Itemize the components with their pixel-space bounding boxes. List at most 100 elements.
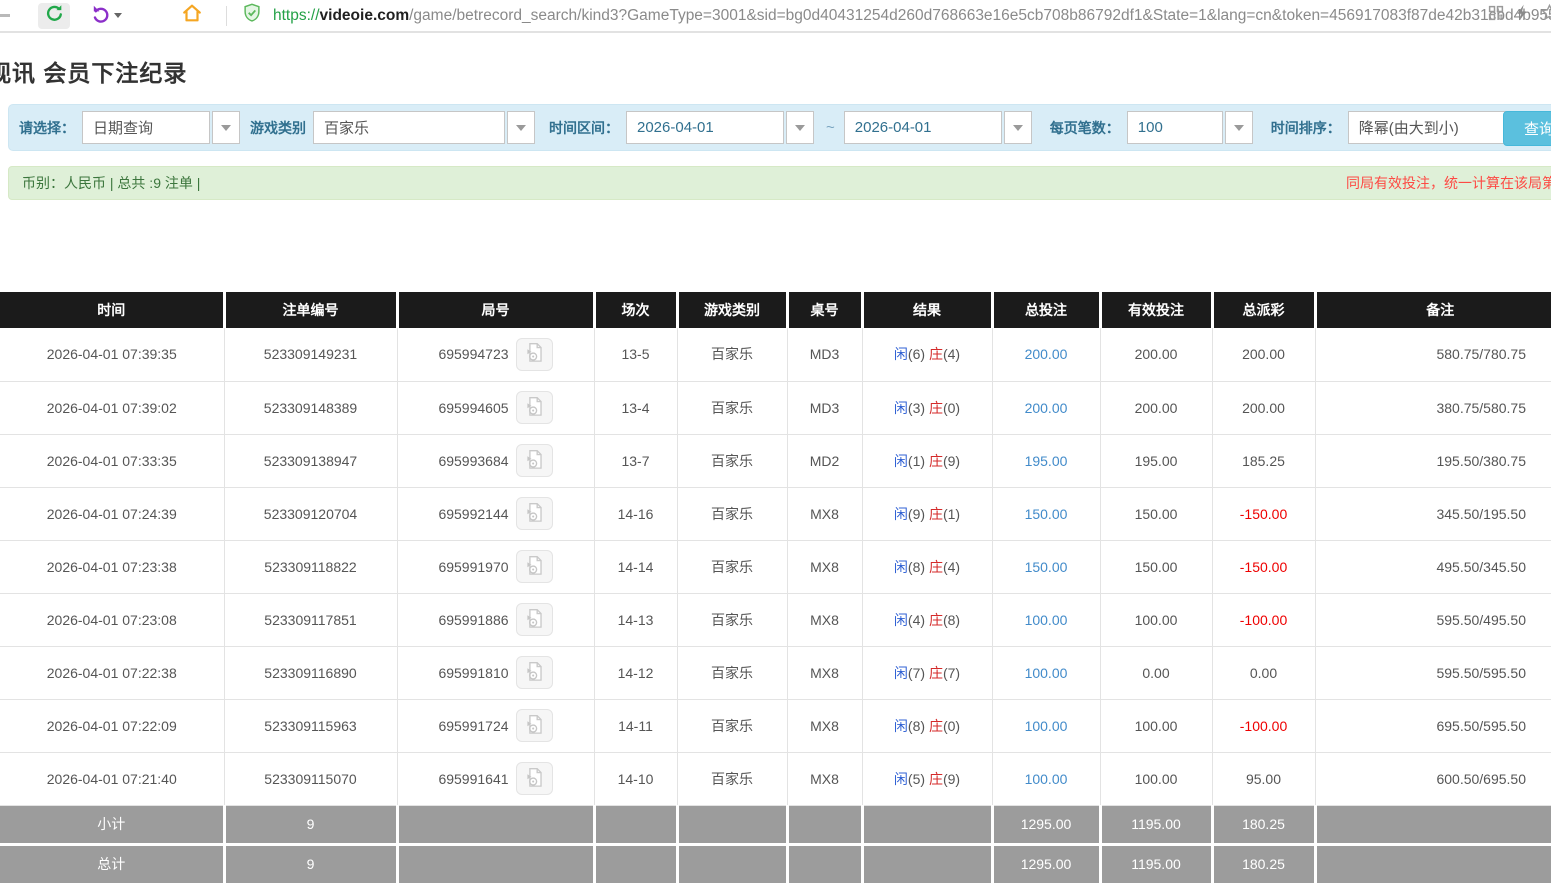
col-header-game: 游戏类别 — [677, 292, 787, 328]
cell-session: 14-12 — [594, 646, 677, 699]
cell-payout: 95.00 — [1212, 752, 1315, 805]
cell-game: 百家乐 — [677, 699, 787, 752]
undo-button[interactable] — [84, 3, 128, 29]
total-bet-link[interactable]: 200.00 — [1025, 346, 1068, 362]
video-replay-button[interactable] — [516, 762, 553, 795]
search-button[interactable]: 查询 — [1503, 111, 1551, 146]
result-banker-score: (7) — [943, 665, 960, 681]
cell-session: 13-7 — [594, 434, 677, 487]
cell-total-bet: 195.00 — [992, 434, 1100, 487]
total-bet-link[interactable]: 150.00 — [1025, 559, 1068, 575]
game-type-select[interactable]: 百家乐 — [313, 111, 535, 144]
result-player-label: 闲 — [894, 453, 908, 469]
bookmark-star-icon[interactable] — [1540, 3, 1551, 27]
cell-note: 595.50/595.50 — [1315, 646, 1551, 699]
undo-icon — [91, 3, 112, 29]
valid-bet-notice: 同局有效投注，统一计算在该局第 — [1346, 173, 1551, 193]
video-replay-button[interactable] — [516, 444, 553, 477]
cell-note: 195.50/380.75 — [1315, 434, 1551, 487]
total-bet-link[interactable]: 100.00 — [1025, 612, 1068, 628]
total-bet-link[interactable]: 100.00 — [1025, 771, 1068, 787]
game-type-label: 游戏类别 — [250, 118, 306, 138]
cell-result: 闲(5) 庄(9) — [862, 752, 992, 805]
video-replay-button[interactable] — [516, 338, 553, 371]
chevron-down-icon[interactable] — [212, 111, 240, 144]
result-banker-label: 庄 — [929, 400, 943, 416]
result-banker-score: (9) — [943, 771, 960, 787]
cell-total-bet: 100.00 — [992, 699, 1100, 752]
result-banker-score: (0) — [943, 400, 960, 416]
cell-table: MX8 — [787, 540, 862, 593]
table-row: 2026-04-01 07:33:35523309138947695993684… — [0, 434, 1551, 487]
col-header-table: 桌号 — [787, 292, 862, 328]
result-banker-label: 庄 — [929, 612, 943, 628]
cell-time: 2026-04-01 07:23:08 — [0, 593, 224, 646]
cell-note: 495.50/345.50 — [1315, 540, 1551, 593]
video-file-icon — [523, 766, 546, 792]
cell-game: 百家乐 — [677, 328, 787, 381]
cell-round: 695991641 — [397, 752, 594, 805]
result-player-label: 闲 — [894, 506, 908, 522]
table-row: 2026-04-01 07:23:08523309117851695991886… — [0, 593, 1551, 646]
query-type-select[interactable]: 日期查询 — [82, 111, 240, 144]
cell-time: 2026-04-01 07:21:40 — [0, 752, 224, 805]
video-replay-button[interactable] — [516, 709, 553, 742]
cell-game: 百家乐 — [677, 434, 787, 487]
cell-bet-id: 523309115963 — [224, 699, 397, 752]
round-number: 695991810 — [438, 665, 508, 681]
cell-payout: -100.00 — [1212, 593, 1315, 646]
video-replay-button[interactable] — [516, 550, 553, 583]
cell-total-bet: 150.00 — [992, 540, 1100, 593]
chevron-down-icon[interactable] — [786, 111, 814, 144]
cell-valid-bet: 150.00 — [1100, 540, 1212, 593]
date-to-select[interactable]: 2026-04-01 — [844, 111, 1032, 144]
total-bet-link[interactable]: 195.00 — [1025, 453, 1068, 469]
date-from-select[interactable]: 2026-04-01 — [626, 111, 814, 144]
cell-total-bet: 100.00 — [992, 646, 1100, 699]
total-bet-link[interactable]: 100.00 — [1025, 665, 1068, 681]
video-replay-button[interactable] — [516, 391, 553, 424]
cell-bet-id: 523309120704 — [224, 487, 397, 540]
total-payout: 180.25 — [1212, 844, 1315, 883]
cell-table: MD2 — [787, 434, 862, 487]
cell-note: 580.75/780.75 — [1315, 328, 1551, 381]
video-file-icon — [523, 607, 546, 633]
qr-code-icon[interactable] — [1487, 4, 1505, 27]
cell-total-bet: 200.00 — [992, 381, 1100, 434]
cell-bet-id: 523309149231 — [224, 328, 397, 381]
currency-summary-text: 币别：人民币 | 总共 :9 注单 | — [22, 173, 200, 193]
chevron-down-icon[interactable] — [507, 111, 535, 144]
total-bet-link[interactable]: 100.00 — [1025, 718, 1068, 734]
cell-session: 13-5 — [594, 328, 677, 381]
chevron-down-icon[interactable] — [1225, 111, 1253, 144]
cell-note: 380.75/580.75 — [1315, 381, 1551, 434]
chevron-down-icon[interactable] — [1004, 111, 1032, 144]
table-header-row: 时间 注单编号 局号 场次 游戏类别 桌号 结果 总投注 有效投注 总派彩 备注 — [0, 292, 1551, 328]
video-replay-button[interactable] — [516, 656, 553, 689]
url-text: https://videoie.com/game/betrecord_searc… — [273, 7, 1551, 25]
per-page-label: 每页笔数： — [1050, 118, 1120, 138]
url-path: /game/betrecord_search/kind3?GameType=30… — [409, 7, 1551, 24]
result-banker-label: 庄 — [929, 718, 943, 734]
undo-dropdown-caret — [114, 13, 122, 18]
per-page-select[interactable]: 100 — [1127, 111, 1253, 144]
refresh-button[interactable] — [38, 3, 70, 29]
total-bet-link[interactable]: 200.00 — [1025, 400, 1068, 416]
video-replay-button[interactable] — [516, 603, 553, 636]
video-replay-button[interactable] — [516, 497, 553, 530]
total-bet-link[interactable]: 150.00 — [1025, 506, 1068, 522]
round-number: 695992144 — [438, 506, 508, 522]
video-file-icon — [523, 341, 546, 367]
col-header-bet-id: 注单编号 — [224, 292, 397, 328]
select-type-label: 请选择： — [19, 118, 75, 138]
result-banker-score: (1) — [943, 506, 960, 522]
home-button[interactable] — [176, 3, 208, 29]
cell-table: MX8 — [787, 699, 862, 752]
refresh-icon — [44, 3, 65, 29]
subtotal-total-bet: 1295.00 — [992, 805, 1100, 844]
result-player-score: (7) — [908, 665, 925, 681]
lightning-icon[interactable] — [1513, 3, 1532, 27]
address-bar[interactable]: https://videoie.com/game/betrecord_searc… — [241, 2, 1551, 29]
table-row: 2026-04-01 07:23:38523309118822695991970… — [0, 540, 1551, 593]
security-shield-icon — [241, 2, 263, 29]
